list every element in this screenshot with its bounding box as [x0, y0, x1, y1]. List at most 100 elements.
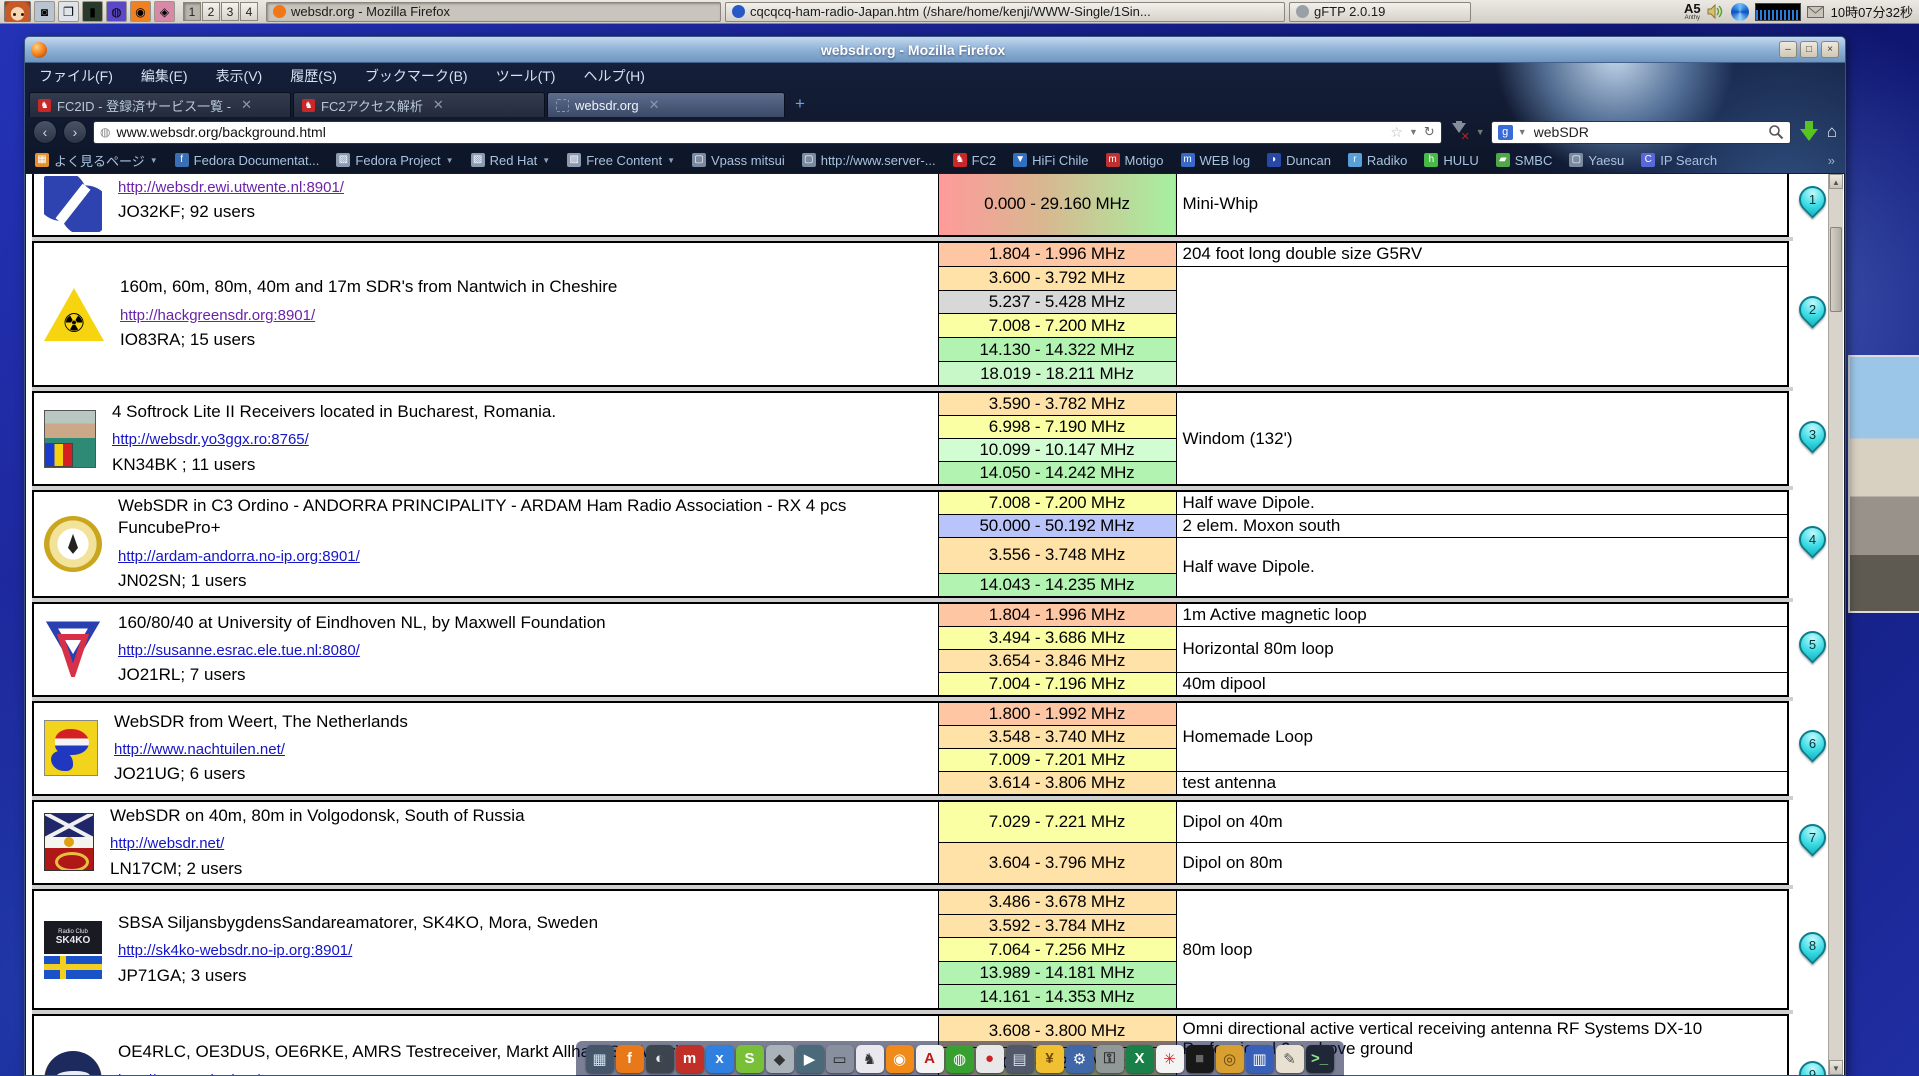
skype-icon[interactable]: S: [736, 1045, 764, 1073]
notebook-icon[interactable]: ▥: [1246, 1045, 1274, 1073]
station-link[interactable]: http://websdr.net/: [110, 835, 224, 852]
bookmark-yaesu[interactable]: ▢Yaesu: [1569, 153, 1624, 168]
keyring-icon[interactable]: ⚿: [1096, 1045, 1124, 1073]
globe-launcher-icon[interactable]: ◍: [106, 1, 127, 22]
station-link[interactable]: http://www.websdr.at/: [118, 1072, 260, 1075]
taskbar-task[interactable]: cqcqcq-ham-radio-Japan.htm (/share/home/…: [725, 2, 1285, 22]
minimize-button[interactable]: –: [1779, 41, 1797, 58]
station-link[interactable]: http://www.nachtuilen.net/: [114, 741, 285, 758]
workspace-button-1[interactable]: 1: [183, 2, 201, 21]
green-globe-icon[interactable]: ◍: [946, 1045, 974, 1073]
forward-button[interactable]: ›: [63, 120, 87, 144]
tab-close-icon[interactable]: ✕: [649, 97, 660, 113]
bookmark-fedora-docs[interactable]: fFedora Documentat...: [175, 153, 320, 168]
knight-app-icon[interactable]: ♞: [856, 1045, 884, 1073]
workspace-button-4[interactable]: 4: [240, 2, 258, 21]
bookmark-hulu[interactable]: hHULU: [1424, 153, 1478, 168]
browser-tab[interactable]: websdr.org✕: [547, 92, 785, 117]
system-monitor-graph[interactable]: [1755, 3, 1801, 21]
mail-icon[interactable]: [1807, 3, 1825, 21]
movie-player-icon[interactable]: ▶: [796, 1045, 824, 1073]
url-input[interactable]: [116, 124, 1384, 140]
pdf-reader-icon[interactable]: A: [916, 1045, 944, 1073]
menu-item[interactable]: ファイル(F): [39, 66, 113, 86]
station-link[interactable]: http://websdr.yo3ggx.ro:8765/: [112, 431, 309, 448]
volume-icon[interactable]: [1707, 3, 1725, 21]
tab-close-icon[interactable]: ✕: [433, 97, 444, 113]
menu-item[interactable]: ツール(T): [496, 66, 556, 86]
file-manager-icon[interactable]: ▤: [1006, 1045, 1034, 1073]
coin-app-icon[interactable]: ◎: [1216, 1045, 1244, 1073]
menu-item[interactable]: 履歴(S): [290, 66, 337, 86]
bookmark-hifi-chile[interactable]: ▼HiFi Chile: [1013, 153, 1088, 168]
burst-app-icon[interactable]: ✳: [1156, 1045, 1184, 1073]
menu-item[interactable]: ヘルプ(H): [583, 66, 644, 86]
menu-item[interactable]: 編集(E): [141, 66, 188, 86]
bookmark-duncan[interactable]: ◗Duncan: [1267, 153, 1331, 168]
settings-icon[interactable]: ⚙: [1066, 1045, 1094, 1073]
workspace-button-3[interactable]: 3: [221, 2, 239, 21]
swirl-tray-icon[interactable]: [1731, 3, 1749, 21]
vertical-scrollbar[interactable]: ▲ ▼: [1828, 174, 1843, 1075]
bookmark-motigo[interactable]: mMotigo: [1106, 153, 1164, 168]
scroll-down-arrow[interactable]: ▼: [1829, 1060, 1843, 1075]
package-launcher-icon[interactable]: ◈: [154, 1, 175, 22]
search-input[interactable]: [1532, 123, 1763, 141]
maximize-button[interactable]: □: [1800, 41, 1818, 58]
url-bar[interactable]: ◍ ☆ ▼ ↻: [93, 121, 1442, 144]
recorder-icon[interactable]: ●: [976, 1045, 1004, 1073]
download-status-icon[interactable]: ✕: [1448, 121, 1470, 143]
bookmark-star-icon[interactable]: ☆: [1390, 124, 1403, 141]
engine-dropdown-icon[interactable]: ▼: [1518, 127, 1527, 137]
terminal-icon[interactable]: >_: [1306, 1045, 1334, 1073]
taskbar-task[interactable]: gFTP 2.0.19: [1289, 2, 1471, 22]
download-dropdown-icon[interactable]: ▼: [1476, 127, 1485, 137]
editor-icon[interactable]: ✎: [1276, 1045, 1304, 1073]
menu-item[interactable]: 表示(V): [216, 66, 263, 86]
google-engine-icon[interactable]: g: [1498, 125, 1513, 140]
terminal-launcher-icon[interactable]: ▮: [82, 1, 103, 22]
reload-icon[interactable]: ↻: [1424, 124, 1435, 140]
station-link[interactable]: http://websdr.ewi.utwente.nl:8901/: [118, 179, 344, 196]
blender-icon[interactable]: ◉: [886, 1045, 914, 1073]
new-tab-button[interactable]: +: [787, 93, 813, 117]
browser-tab[interactable]: ♞FC2アクセス解析✕: [293, 92, 545, 117]
scrollbar-thumb[interactable]: [1830, 227, 1842, 312]
back-button[interactable]: ‹: [33, 120, 57, 144]
browser-tab[interactable]: ♞FC2ID - 登録済サービス一覧 -✕: [29, 92, 291, 117]
mplayer-icon[interactable]: m: [676, 1045, 704, 1073]
web-browser-icon[interactable]: ◐: [646, 1045, 674, 1073]
inkscape-icon[interactable]: ◆: [766, 1045, 794, 1073]
input-method-indicator[interactable]: A5 Anthy: [1684, 2, 1701, 21]
spreadsheet-icon[interactable]: X: [1126, 1045, 1154, 1073]
taskbar-task[interactable]: websdr.org - Mozilla Firefox: [266, 2, 721, 22]
bookmark-fc2[interactable]: ♞FC2: [953, 153, 997, 168]
bookmark-ip-search[interactable]: CIP Search: [1641, 153, 1717, 168]
bookmarks-overflow-icon[interactable]: »: [1828, 153, 1835, 168]
bookmark-web-log[interactable]: mWEB log: [1181, 153, 1251, 168]
url-dropdown-icon[interactable]: ▼: [1409, 127, 1418, 137]
scroll-up-arrow[interactable]: ▲: [1829, 174, 1843, 189]
magnifier-icon[interactable]: [1768, 124, 1784, 140]
dark-console-icon[interactable]: ■: [1186, 1045, 1214, 1073]
bookmark-fedora-project[interactable]: ▨Fedora Project▼: [336, 153, 453, 168]
station-link[interactable]: http://susanne.esrac.ele.tue.nl:8080/: [118, 642, 360, 659]
bookmark-red-hat[interactable]: ▨Red Hat▼: [471, 153, 551, 168]
window-manager-icon[interactable]: ▭: [826, 1045, 854, 1073]
download-manager-icon[interactable]: [1797, 120, 1821, 144]
home-icon[interactable]: ⌂: [1827, 122, 1837, 142]
station-link[interactable]: http://ardam-andorra.no-ip.org:8901/: [118, 548, 360, 565]
windows-launcher-icon[interactable]: ❐: [58, 1, 79, 22]
bookmark-vpass[interactable]: ▢Vpass mitsui: [692, 153, 785, 168]
firefox-icon[interactable]: f: [616, 1045, 644, 1073]
firefox-launcher-icon[interactable]: ◉: [130, 1, 151, 22]
bookmark-server[interactable]: ▢http://www.server-...: [802, 153, 936, 168]
bookmark-smbc[interactable]: ▰SMBC: [1496, 153, 1553, 168]
close-button[interactable]: ×: [1821, 41, 1839, 58]
avatar[interactable]: [4, 1, 31, 22]
tab-close-icon[interactable]: ✕: [241, 97, 252, 113]
workspace-button-2[interactable]: 2: [202, 2, 220, 21]
station-link[interactable]: http://hackgreensdr.org:8901/: [120, 307, 315, 324]
bookmark-radiko[interactable]: rRadiko: [1348, 153, 1407, 168]
xchat-icon[interactable]: x: [706, 1045, 734, 1073]
